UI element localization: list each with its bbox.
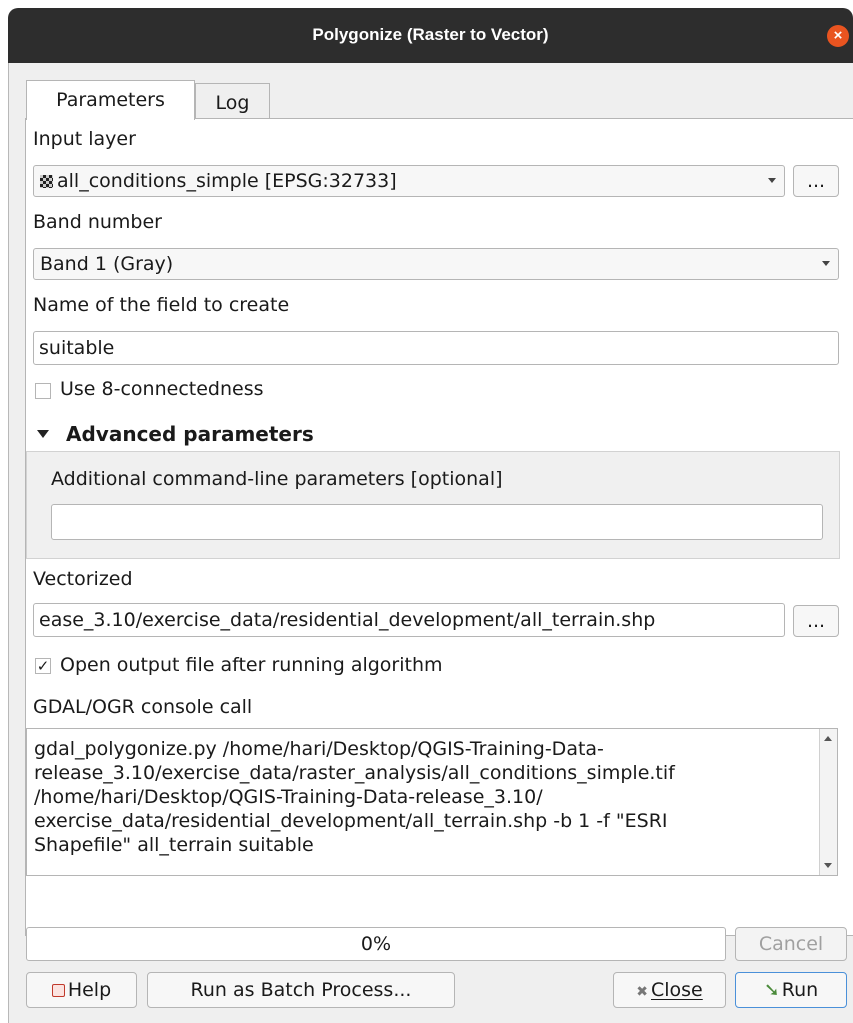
tab-parameters-label: Parameters — [56, 89, 165, 111]
progress-text: 0% — [360, 933, 392, 955]
vectorized-label: Vectorized — [33, 568, 133, 590]
close-icon: ✖ — [636, 984, 648, 1000]
raster-layer-icon — [40, 175, 53, 188]
progress-bar: 0% — [26, 927, 726, 961]
run-icon: ➘ — [763, 979, 780, 1001]
tab-log[interactable]: Log — [195, 83, 270, 118]
field-name-label: Name of the field to create — [33, 294, 290, 316]
run-batch-button[interactable]: Run as Batch Process... — [147, 972, 455, 1008]
vectorized-output-input[interactable]: ease_3.10/exercise_data/residential_deve… — [33, 603, 785, 637]
connectedness-label: Use 8-connectedness — [60, 378, 264, 400]
input-layer-combo[interactable]: all_conditions_simple [EPSG:32733] — [33, 165, 785, 197]
band-number-label: Band number — [33, 211, 162, 233]
tab-parameters[interactable]: Parameters — [26, 80, 195, 120]
tab-log-label: Log — [215, 92, 250, 114]
console-line: exercise_data/residential_development/al… — [34, 810, 668, 832]
title-bar: Polygonize (Raster to Vector) × — [8, 8, 853, 63]
advanced-parameters-header[interactable]: Advanced parameters — [66, 422, 314, 446]
input-layer-browse-button[interactable]: ... — [793, 165, 839, 197]
open-output-checkbox[interactable]: ✓ — [35, 658, 51, 674]
help-button[interactable]: Help — [26, 972, 137, 1008]
cancel-button[interactable]: Cancel — [735, 927, 847, 961]
console-line: Shapefile" all_terrain suitable — [34, 834, 314, 856]
run-button[interactable]: ➘ Run — [735, 972, 847, 1008]
advanced-parameters-group: Additional command-line parameters [opti… — [26, 451, 840, 559]
open-output-label: Open output file after running algorithm — [60, 654, 443, 676]
scroll-up-icon[interactable] — [824, 736, 832, 741]
close-button[interactable]: ✖ Close — [613, 972, 726, 1008]
vectorized-browse-button[interactable]: ... — [793, 605, 839, 637]
console-call-text: gdal_polygonize.py /home/hari/Desktop/QG… — [34, 737, 819, 857]
chevron-down-icon — [768, 178, 776, 183]
collapse-triangle-icon[interactable] — [37, 430, 49, 438]
console-scrollbar[interactable] — [819, 729, 837, 875]
console-line: /home/hari/Desktop/QGIS-Training-Data-re… — [34, 786, 543, 808]
extra-parameters-input[interactable] — [51, 504, 823, 540]
console-call-textarea[interactable]: gdal_polygonize.py /home/hari/Desktop/QG… — [26, 728, 838, 876]
extra-parameters-label: Additional command-line parameters [opti… — [51, 468, 503, 490]
window-title: Polygonize (Raster to Vector) — [312, 25, 549, 44]
field-name-input[interactable]: suitable — [33, 331, 839, 365]
input-layer-label: Input layer — [33, 128, 136, 150]
help-icon — [51, 984, 65, 997]
console-line: gdal_polygonize.py /home/hari/Desktop/QG… — [34, 738, 604, 760]
window-close-icon[interactable]: × — [827, 25, 849, 47]
input-layer-value: all_conditions_simple [EPSG:32733] — [57, 170, 397, 192]
chevron-down-icon — [822, 261, 830, 266]
console-line: release_3.10/exercise_data/raster_analys… — [34, 762, 675, 784]
band-number-value: Band 1 (Gray) — [40, 253, 174, 275]
band-number-combo[interactable]: Band 1 (Gray) — [33, 248, 839, 280]
close-button-label: Close — [650, 979, 703, 1001]
console-call-label: GDAL/OGR console call — [33, 696, 253, 718]
connectedness-checkbox[interactable] — [35, 383, 51, 399]
scroll-down-icon[interactable] — [824, 863, 832, 868]
help-button-label: Help — [67, 979, 112, 1001]
run-button-label: Run — [781, 979, 819, 1001]
